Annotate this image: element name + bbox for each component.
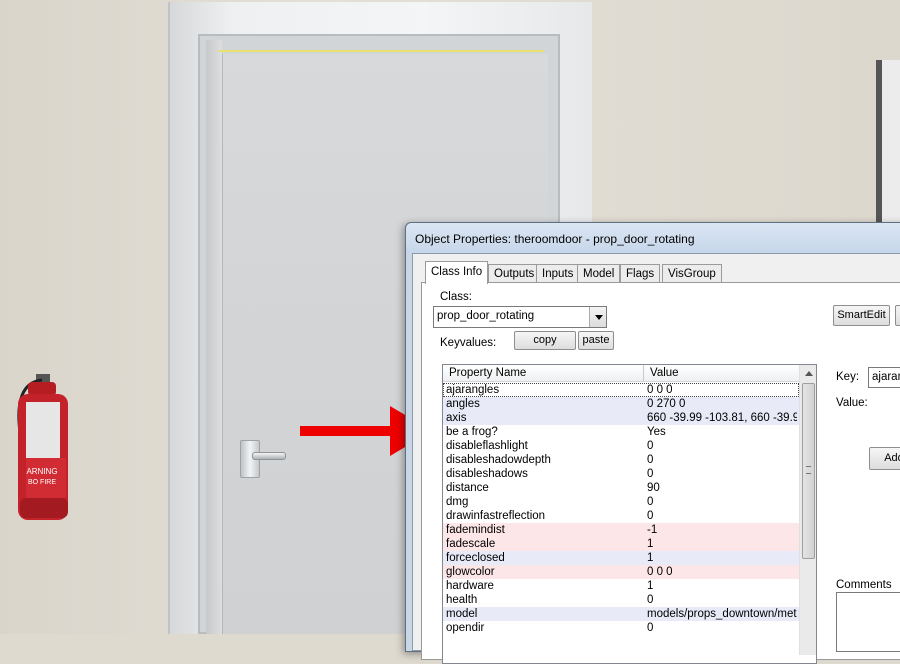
table-row[interactable]: drawinfastreflection 0: [443, 509, 799, 523]
table-row[interactable]: axis 660 -39.99 -103.81, 660 -39.99: [443, 411, 799, 425]
property-value-cell: 1: [647, 538, 654, 550]
property-name-cell: ajarangles: [446, 384, 500, 396]
table-row[interactable]: ajarangles 0 0 0: [443, 383, 799, 397]
add-button[interactable]: Add: [869, 447, 900, 470]
property-name-cell: disableshadows: [446, 468, 528, 480]
property-value-cell: Yes: [647, 426, 666, 438]
class-info-panel: Class: prop_door_rotating Keyvalues: cop…: [421, 282, 900, 664]
table-row[interactable]: model models/props_downtown/meta: [443, 607, 799, 621]
property-value-cell: 0: [647, 440, 654, 452]
keyvalues-rows: ajarangles 0 0 0 angles 0 270 0 axis 660 -39.…: [443, 383, 799, 635]
property-value-cell: 0 270 0: [647, 398, 686, 410]
key-label: Key:: [836, 371, 860, 383]
paste-button[interactable]: paste: [578, 331, 614, 350]
property-value-cell: 0: [647, 454, 654, 466]
property-name-cell: disableflashlight: [446, 440, 528, 452]
table-row[interactable]: health 0: [443, 593, 799, 607]
property-value-cell: models/props_downtown/meta: [647, 608, 797, 620]
tab-model[interactable]: Model: [577, 264, 621, 283]
scroll-up-icon[interactable]: [800, 365, 816, 382]
class-dropdown-value: prop_door_rotating: [437, 310, 535, 322]
help-button[interactable]: [895, 305, 900, 326]
property-value-cell: 0 0 0: [647, 384, 673, 396]
column-header-property-name[interactable]: Property Name: [443, 365, 644, 382]
property-name-cell: be a frog?: [446, 426, 498, 438]
tab-inputs[interactable]: Inputs: [536, 264, 580, 283]
property-value-cell: -1: [647, 524, 658, 536]
property-name-cell: fademindist: [446, 524, 505, 536]
copy-button[interactable]: copy: [514, 331, 576, 350]
door-handle-lever: [252, 452, 286, 460]
table-row[interactable]: fademindist -1: [443, 523, 799, 537]
comments-textarea[interactable]: [836, 592, 900, 652]
table-row[interactable]: dmg 0: [443, 495, 799, 509]
property-value-cell: 1: [647, 552, 654, 564]
property-name-cell: forceclosed: [446, 552, 505, 564]
chevron-down-icon[interactable]: [589, 307, 606, 327]
key-input[interactable]: ajarangl: [868, 367, 900, 388]
property-value-cell: 90: [647, 482, 660, 494]
property-name-cell: angles: [446, 398, 480, 410]
picture-frame: [876, 60, 900, 230]
table-row[interactable]: glowcolor 0 0 0: [443, 565, 799, 579]
property-name-cell: model: [446, 608, 478, 620]
property-name-cell: hardware: [446, 580, 494, 592]
dialog-title: Object Properties: theroomdoor - prop_do…: [415, 232, 695, 246]
property-name-cell: distance: [446, 482, 489, 494]
tab-visgroup[interactable]: VisGroup: [662, 264, 722, 283]
column-header-value[interactable]: Value: [644, 365, 799, 382]
extinguisher-label-1: ARNING: [26, 467, 57, 476]
property-name-cell: axis: [446, 412, 467, 424]
property-value-cell: 0: [647, 468, 654, 480]
property-value-cell: 0: [647, 594, 654, 606]
table-row[interactable]: hardware 1: [443, 579, 799, 593]
class-dropdown[interactable]: prop_door_rotating: [433, 306, 607, 328]
table-row[interactable]: disableshadowdepth 0: [443, 453, 799, 467]
tab-outputs[interactable]: Outputs: [488, 264, 541, 283]
door-edge: [206, 40, 222, 634]
table-row[interactable]: disableshadows 0: [443, 467, 799, 481]
red-arrow-shaft: [300, 426, 396, 436]
table-row[interactable]: fadescale 1: [443, 537, 799, 551]
door-selection-highlight: [218, 50, 544, 52]
property-name-cell: fadescale: [446, 538, 496, 550]
table-row[interactable]: distance 90: [443, 481, 799, 495]
property-name-cell: glowcolor: [446, 566, 495, 578]
class-label: Class:: [440, 291, 472, 303]
property-name-cell: disableshadowdepth: [446, 454, 551, 466]
property-name-cell: opendir: [446, 622, 485, 634]
dialog-client: Class Info Outputs Inputs Model Flags Vi…: [412, 253, 900, 664]
object-properties-dialog: Object Properties: theroomdoor - prop_do…: [405, 222, 900, 664]
property-value-cell: 0 0 0: [647, 566, 673, 578]
property-value-cell: 0: [647, 622, 654, 634]
property-value-cell: 0: [647, 510, 654, 522]
smartedit-button[interactable]: SmartEdit: [833, 305, 890, 326]
property-value-cell: 0: [647, 496, 654, 508]
keyvalues-label: Keyvalues:: [440, 337, 497, 349]
dialog-titlebar[interactable]: Object Properties: theroomdoor - prop_do…: [406, 223, 900, 253]
tab-flags[interactable]: Flags: [620, 264, 661, 283]
property-name-cell: health: [446, 594, 478, 606]
value-label: Value:: [836, 397, 868, 409]
list-scrollbar[interactable]: [799, 365, 816, 655]
table-row[interactable]: angles 0 270 0: [443, 397, 799, 411]
comments-label: Comments: [836, 579, 892, 591]
table-row[interactable]: disableflashlight 0: [443, 439, 799, 453]
tab-class-info[interactable]: Class Info: [425, 261, 489, 284]
extinguisher-label-2: BO FIRE: [28, 479, 56, 486]
keyvalues-list[interactable]: Property Name Value ajarangles 0 0 0 angle…: [442, 364, 817, 664]
table-row[interactable]: forceclosed 1: [443, 551, 799, 565]
scrollbar-thumb[interactable]: [802, 383, 815, 559]
table-row[interactable]: be a frog? Yes: [443, 425, 799, 439]
property-name-cell: drawinfastreflection: [446, 510, 546, 522]
table-row[interactable]: opendir 0: [443, 621, 799, 635]
property-value-cell: 660 -39.99 -103.81, 660 -39.99: [647, 412, 797, 424]
fire-extinguisher-icon: ARNING BO FIRE: [17, 374, 68, 520]
property-name-cell: dmg: [446, 496, 469, 508]
key-input-value: ajarangl: [872, 371, 900, 383]
property-value-cell: 1: [647, 580, 654, 592]
list-header: Property Name Value: [443, 365, 799, 382]
